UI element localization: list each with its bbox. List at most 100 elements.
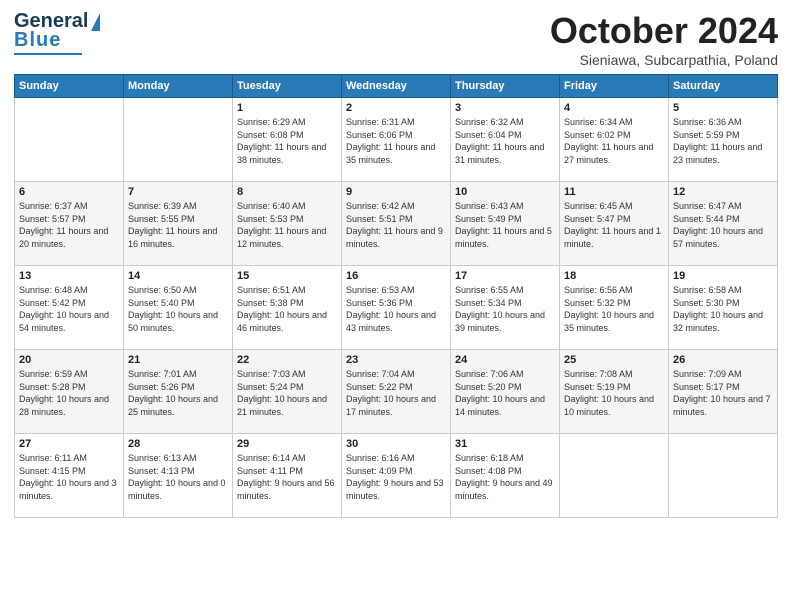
cell-details: Sunrise: 6:50 AMSunset: 5:40 PMDaylight:… xyxy=(128,284,228,334)
table-row: 14 Sunrise: 6:50 AMSunset: 5:40 PMDayligh… xyxy=(124,266,233,350)
table-row: 6 Sunrise: 6:37 AMSunset: 5:57 PMDaylight… xyxy=(15,182,124,266)
day-number: 17 xyxy=(455,270,555,282)
cell-details: Sunrise: 6:58 AMSunset: 5:30 PMDaylight:… xyxy=(673,284,773,334)
table-row: 1 Sunrise: 6:29 AMSunset: 6:08 PMDaylight… xyxy=(233,98,342,182)
table-row: 22 Sunrise: 7:03 AMSunset: 5:24 PMDayligh… xyxy=(233,350,342,434)
cell-details: Sunrise: 6:32 AMSunset: 6:04 PMDaylight:… xyxy=(455,116,555,166)
table-row: 11 Sunrise: 6:45 AMSunset: 5:47 PMDayligh… xyxy=(560,182,669,266)
cell-details: Sunrise: 6:29 AMSunset: 6:08 PMDaylight:… xyxy=(237,116,337,166)
cell-details: Sunrise: 6:47 AMSunset: 5:44 PMDaylight:… xyxy=(673,200,773,250)
table-row: 2Sunrise: 6:31 AMSunset: 6:06 PMDaylight… xyxy=(342,98,451,182)
table-row: 26 Sunrise: 7:09 AMSunset: 5:17 PMDayligh… xyxy=(669,350,778,434)
day-number: 29 xyxy=(237,438,337,450)
cell-details: Sunrise: 6:39 AMSunset: 5:55 PMDaylight:… xyxy=(128,200,228,250)
day-number: 4 xyxy=(564,102,664,114)
table-row: 29 Sunrise: 6:14 AMSunset: 4:11 PMDayligh… xyxy=(233,434,342,518)
day-number: 24 xyxy=(455,354,555,366)
day-number: 21 xyxy=(128,354,228,366)
table-row xyxy=(560,434,669,518)
day-number: 5 xyxy=(673,102,773,114)
cell-details: Sunrise: 6:18 AMSunset: 4:08 PMDaylight:… xyxy=(455,452,555,502)
table-row xyxy=(124,98,233,182)
day-number: 23 xyxy=(346,354,446,366)
day-number: 16 xyxy=(346,270,446,282)
cell-details: Sunrise: 6:42 AMSunset: 5:51 PMDaylight:… xyxy=(346,200,446,250)
day-number: 3 xyxy=(455,102,555,114)
col-header-sunday: Sunday xyxy=(15,75,124,98)
table-row: 27 Sunrise: 6:11 AMSunset: 4:15 PMDayligh… xyxy=(15,434,124,518)
table-row: 18 Sunrise: 6:56 AMSunset: 5:32 PMDayligh… xyxy=(560,266,669,350)
logo: General Blue xyxy=(14,10,100,55)
cell-details: Sunrise: 6:36 AMSunset: 5:59 PMDaylight:… xyxy=(673,116,773,166)
cell-details: Sunrise: 6:51 AMSunset: 5:38 PMDaylight:… xyxy=(237,284,337,334)
table-row: 16 Sunrise: 6:53 AMSunset: 5:36 PMDayligh… xyxy=(342,266,451,350)
cell-details: Sunrise: 6:45 AMSunset: 5:47 PMDaylight:… xyxy=(564,200,664,250)
table-row: 13Sunrise: 6:48 AMSunset: 5:42 PMDayligh… xyxy=(15,266,124,350)
day-number: 1 xyxy=(237,102,337,114)
table-row: 7 Sunrise: 6:39 AMSunset: 5:55 PMDaylight… xyxy=(124,182,233,266)
cell-details: Sunrise: 6:14 AMSunset: 4:11 PMDaylight:… xyxy=(237,452,337,502)
table-row: 28 Sunrise: 6:13 AMSunset: 4:13 PMDayligh… xyxy=(124,434,233,518)
day-number: 13 xyxy=(19,270,119,282)
table-row xyxy=(669,434,778,518)
day-number: 28 xyxy=(128,438,228,450)
table-row: 30Sunrise: 6:16 AMSunset: 4:09 PMDayligh… xyxy=(342,434,451,518)
day-number: 8 xyxy=(237,186,337,198)
cell-details: Sunrise: 6:11 AMSunset: 4:15 PMDaylight:… xyxy=(19,452,119,502)
day-number: 14 xyxy=(128,270,228,282)
day-number: 2 xyxy=(346,102,446,114)
table-row xyxy=(15,98,124,182)
cell-details: Sunrise: 6:13 AMSunset: 4:13 PMDaylight:… xyxy=(128,452,228,502)
table-row: 12 Sunrise: 6:47 AMSunset: 5:44 PMDayligh… xyxy=(669,182,778,266)
day-number: 27 xyxy=(19,438,119,450)
col-header-monday: Monday xyxy=(124,75,233,98)
col-header-friday: Friday xyxy=(560,75,669,98)
table-row: 23 Sunrise: 7:04 AMSunset: 5:22 PMDayligh… xyxy=(342,350,451,434)
day-number: 26 xyxy=(673,354,773,366)
cell-details: Sunrise: 6:56 AMSunset: 5:32 PMDaylight:… xyxy=(564,284,664,334)
table-row: 19 Sunrise: 6:58 AMSunset: 5:30 PMDayligh… xyxy=(669,266,778,350)
day-number: 10 xyxy=(455,186,555,198)
cell-details: Sunrise: 6:53 AMSunset: 5:36 PMDaylight:… xyxy=(346,284,446,334)
day-number: 25 xyxy=(564,354,664,366)
logo-blue: Blue xyxy=(14,29,61,52)
table-row: 25 Sunrise: 7:08 AMSunset: 5:19 PMDayligh… xyxy=(560,350,669,434)
day-number: 12 xyxy=(673,186,773,198)
cell-details: Sunrise: 6:37 AMSunset: 5:57 PMDaylight:… xyxy=(19,200,119,250)
title-block: October 2024 Sieniawa, Subcarpathia, Pol… xyxy=(550,10,778,68)
day-number: 11 xyxy=(564,186,664,198)
table-row: 4Sunrise: 6:34 AMSunset: 6:02 PMDaylight… xyxy=(560,98,669,182)
table-row: 17 Sunrise: 6:55 AMSunset: 5:34 PMDayligh… xyxy=(451,266,560,350)
cell-details: Sunrise: 7:04 AMSunset: 5:22 PMDaylight:… xyxy=(346,368,446,418)
cell-details: Sunrise: 7:08 AMSunset: 5:19 PMDaylight:… xyxy=(564,368,664,418)
cell-details: Sunrise: 6:59 AMSunset: 5:28 PMDaylight:… xyxy=(19,368,119,418)
day-number: 18 xyxy=(564,270,664,282)
table-row: 21 Sunrise: 7:01 AMSunset: 5:26 PMDayligh… xyxy=(124,350,233,434)
table-row: 20 Sunrise: 6:59 AMSunset: 5:28 PMDayligh… xyxy=(15,350,124,434)
cell-details: Sunrise: 7:01 AMSunset: 5:26 PMDaylight:… xyxy=(128,368,228,418)
table-row: 5 Sunrise: 6:36 AMSunset: 5:59 PMDaylight… xyxy=(669,98,778,182)
col-header-tuesday: Tuesday xyxy=(233,75,342,98)
cell-details: Sunrise: 7:09 AMSunset: 5:17 PMDaylight:… xyxy=(673,368,773,418)
table-row: 3 Sunrise: 6:32 AMSunset: 6:04 PMDaylight… xyxy=(451,98,560,182)
day-number: 9 xyxy=(346,186,446,198)
cell-details: Sunrise: 6:55 AMSunset: 5:34 PMDaylight:… xyxy=(455,284,555,334)
day-number: 7 xyxy=(128,186,228,198)
calendar-title: October 2024 xyxy=(550,10,778,52)
day-number: 19 xyxy=(673,270,773,282)
day-number: 6 xyxy=(19,186,119,198)
col-header-saturday: Saturday xyxy=(669,75,778,98)
table-row: 24Sunrise: 7:06 AMSunset: 5:20 PMDayligh… xyxy=(451,350,560,434)
col-header-thursday: Thursday xyxy=(451,75,560,98)
table-row: 10Sunrise: 6:43 AMSunset: 5:49 PMDayligh… xyxy=(451,182,560,266)
cell-details: Sunrise: 7:03 AMSunset: 5:24 PMDaylight:… xyxy=(237,368,337,418)
day-number: 22 xyxy=(237,354,337,366)
day-number: 20 xyxy=(19,354,119,366)
table-row: 15Sunrise: 6:51 AMSunset: 5:38 PMDayligh… xyxy=(233,266,342,350)
day-number: 31 xyxy=(455,438,555,450)
table-row: 31 Sunrise: 6:18 AMSunset: 4:08 PMDayligh… xyxy=(451,434,560,518)
calendar-table: SundayMondayTuesdayWednesdayThursdayFrid… xyxy=(14,74,778,518)
table-row: 9 Sunrise: 6:42 AMSunset: 5:51 PMDaylight… xyxy=(342,182,451,266)
logo-arrow-icon xyxy=(91,13,100,31)
cell-details: Sunrise: 6:40 AMSunset: 5:53 PMDaylight:… xyxy=(237,200,337,250)
